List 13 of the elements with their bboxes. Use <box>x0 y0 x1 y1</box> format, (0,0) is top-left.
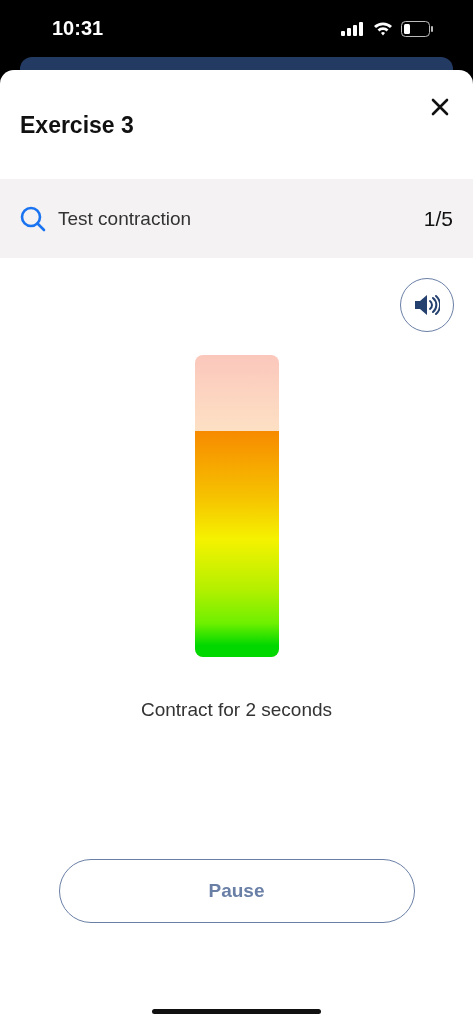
battery-icon <box>401 20 433 37</box>
wifi-icon <box>373 21 393 36</box>
instruction-text: Contract for 2 seconds <box>139 699 334 721</box>
search-icon <box>20 205 46 232</box>
sound-button[interactable] <box>400 278 454 332</box>
exercise-title: Exercise 3 <box>20 112 134 139</box>
close-icon <box>431 98 449 116</box>
step-counter: 1/5 <box>423 206 453 231</box>
status-time: 10:31 <box>52 17 104 40</box>
pause-button[interactable]: Pause <box>58 859 415 923</box>
step-label: Test contraction <box>58 207 193 230</box>
signal-icon <box>341 21 365 36</box>
speaker-icon <box>414 294 440 316</box>
